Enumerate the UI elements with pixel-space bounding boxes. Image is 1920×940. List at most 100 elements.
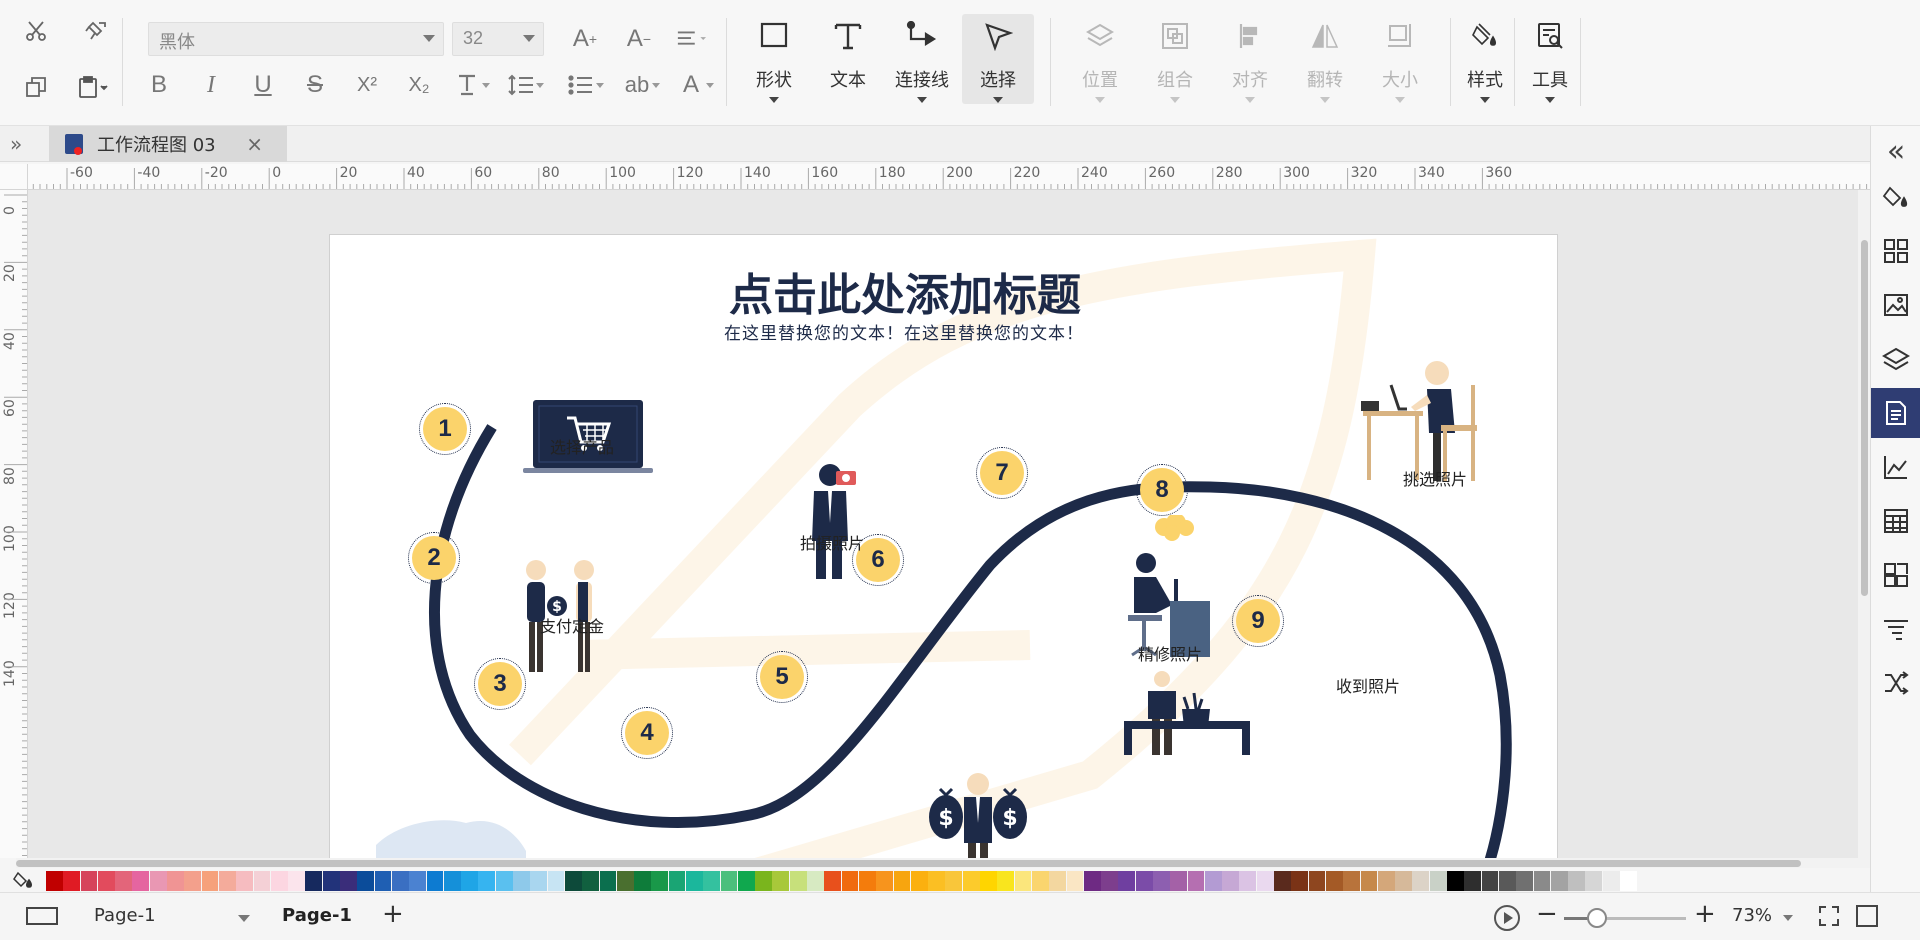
step-badge-7[interactable]: 7 <box>980 451 1024 495</box>
color-swatch[interactable] <box>1084 871 1101 891</box>
shape-tool[interactable]: 形状 <box>738 14 810 104</box>
zoom-in-button[interactable]: + <box>1694 899 1716 929</box>
step-badge-1[interactable]: 1 <box>423 407 467 451</box>
color-swatch[interactable] <box>1482 871 1499 891</box>
color-swatch[interactable] <box>46 871 63 891</box>
decrease-font-icon[interactable]: A− <box>624 24 654 54</box>
superscript-icon[interactable]: X² <box>350 68 384 102</box>
process-curve[interactable] <box>330 235 1558 858</box>
text-case-icon[interactable]: ab <box>620 68 654 102</box>
step-label-1[interactable]: 选择产品 <box>550 434 614 458</box>
zoom-slider-knob[interactable] <box>1587 908 1607 928</box>
color-swatch[interactable] <box>1430 871 1447 891</box>
color-swatch[interactable] <box>703 871 720 891</box>
step-label-7[interactable]: 精修照片 <box>1138 641 1202 665</box>
group-tool[interactable]: 组合 <box>1139 14 1211 104</box>
color-swatch[interactable] <box>184 871 201 891</box>
step-label-2[interactable]: 支付定金 <box>540 613 604 637</box>
color-swatch[interactable] <box>392 871 409 891</box>
color-swatch[interactable] <box>305 871 322 891</box>
color-swatch[interactable] <box>1274 871 1291 891</box>
step-badge-4[interactable]: 4 <box>625 711 669 755</box>
color-swatch[interactable] <box>1015 871 1032 891</box>
step-badge-8[interactable]: 8 <box>1140 468 1184 512</box>
color-swatch[interactable] <box>1153 871 1170 891</box>
color-swatch[interactable] <box>617 871 634 891</box>
position-tool[interactable]: 位置 <box>1064 14 1136 104</box>
step-badge-9[interactable]: 9 <box>1236 599 1280 643</box>
color-swatch[interactable] <box>271 871 288 891</box>
close-icon[interactable]: × <box>246 132 263 156</box>
color-swatch[interactable] <box>1343 871 1360 891</box>
list-icon[interactable] <box>564 68 598 102</box>
add-page-button[interactable]: + <box>382 899 404 929</box>
color-swatch[interactable] <box>1603 871 1620 891</box>
color-swatch[interactable] <box>928 871 945 891</box>
color-swatch[interactable] <box>755 871 772 891</box>
color-swatch[interactable] <box>721 871 738 891</box>
color-swatch[interactable] <box>945 871 962 891</box>
page-select[interactable]: Page-1 <box>94 905 156 926</box>
color-swatch[interactable] <box>772 871 789 891</box>
color-swatch[interactable] <box>202 871 219 891</box>
color-swatch[interactable] <box>565 871 582 891</box>
color-swatch[interactable] <box>1239 871 1256 891</box>
paste-icon[interactable] <box>78 72 108 102</box>
color-swatch[interactable] <box>236 871 253 891</box>
color-swatch[interactable] <box>894 871 911 891</box>
image-icon[interactable] <box>1871 280 1920 330</box>
color-swatch[interactable] <box>340 871 357 891</box>
canvas[interactable]: 点击此处添加标题 在这里替换您的文本！在这里替换您的文本！ <box>28 190 1870 858</box>
color-swatch[interactable] <box>167 871 184 891</box>
subscript-icon[interactable]: X₂ <box>402 68 436 102</box>
connector-tool[interactable]: 连接线 <box>886 14 958 104</box>
color-swatch[interactable] <box>150 871 167 891</box>
text-style-icon[interactable] <box>450 68 484 102</box>
color-swatch[interactable] <box>81 871 98 891</box>
color-swatch[interactable] <box>288 871 305 891</box>
tab-document[interactable]: 工作流程图 03 × <box>49 126 287 162</box>
color-swatch[interactable] <box>513 871 530 891</box>
color-swatch[interactable] <box>686 871 703 891</box>
step-badge-2[interactable]: 2 <box>412 536 456 580</box>
step-badge-3[interactable]: 3 <box>478 662 522 706</box>
color-swatch[interactable] <box>807 871 824 891</box>
italic-icon[interactable]: I <box>194 68 228 102</box>
horizontal-scrollbar[interactable] <box>16 858 1870 868</box>
color-swatch[interactable] <box>1568 871 1585 891</box>
color-swatch[interactable] <box>876 871 893 891</box>
color-swatch[interactable] <box>600 871 617 891</box>
color-swatch[interactable] <box>824 871 841 891</box>
zoom-dropdown-icon[interactable] <box>1783 915 1793 921</box>
align-tool[interactable]: 对齐 <box>1214 14 1286 104</box>
color-swatch[interactable] <box>980 871 997 891</box>
table-icon[interactable] <box>1871 496 1920 546</box>
step-label-6[interactable]: 拍摄照片 <box>800 530 864 554</box>
underline-icon[interactable]: U <box>246 68 280 102</box>
color-swatch[interactable] <box>1032 871 1049 891</box>
color-swatch[interactable] <box>1291 871 1308 891</box>
font-family-select[interactable]: 黑体 <box>148 22 444 56</box>
color-swatch[interactable] <box>530 871 547 891</box>
color-swatch[interactable] <box>1326 871 1343 891</box>
collapse-panel-icon[interactable]: « <box>1871 126 1920 176</box>
color-swatch[interactable] <box>634 871 651 891</box>
color-swatch[interactable] <box>63 871 80 891</box>
color-swatch[interactable] <box>1257 871 1274 891</box>
color-swatch[interactable] <box>842 871 859 891</box>
color-swatch[interactable] <box>1464 871 1481 891</box>
color-swatch[interactable] <box>444 871 461 891</box>
color-swatch[interactable] <box>859 871 876 891</box>
color-swatch[interactable] <box>1309 871 1326 891</box>
color-swatch[interactable] <box>323 871 340 891</box>
color-swatch[interactable] <box>1499 871 1516 891</box>
color-swatch[interactable] <box>375 871 392 891</box>
bold-icon[interactable]: B <box>142 68 176 102</box>
color-swatch[interactable] <box>1551 871 1568 891</box>
color-swatch[interactable] <box>115 871 132 891</box>
color-swatch[interactable] <box>427 871 444 891</box>
step-label-9[interactable]: 收到照片 <box>1336 673 1400 697</box>
paint-bucket-icon[interactable] <box>12 870 34 894</box>
color-swatch[interactable] <box>496 871 513 891</box>
color-swatch[interactable] <box>357 871 374 891</box>
